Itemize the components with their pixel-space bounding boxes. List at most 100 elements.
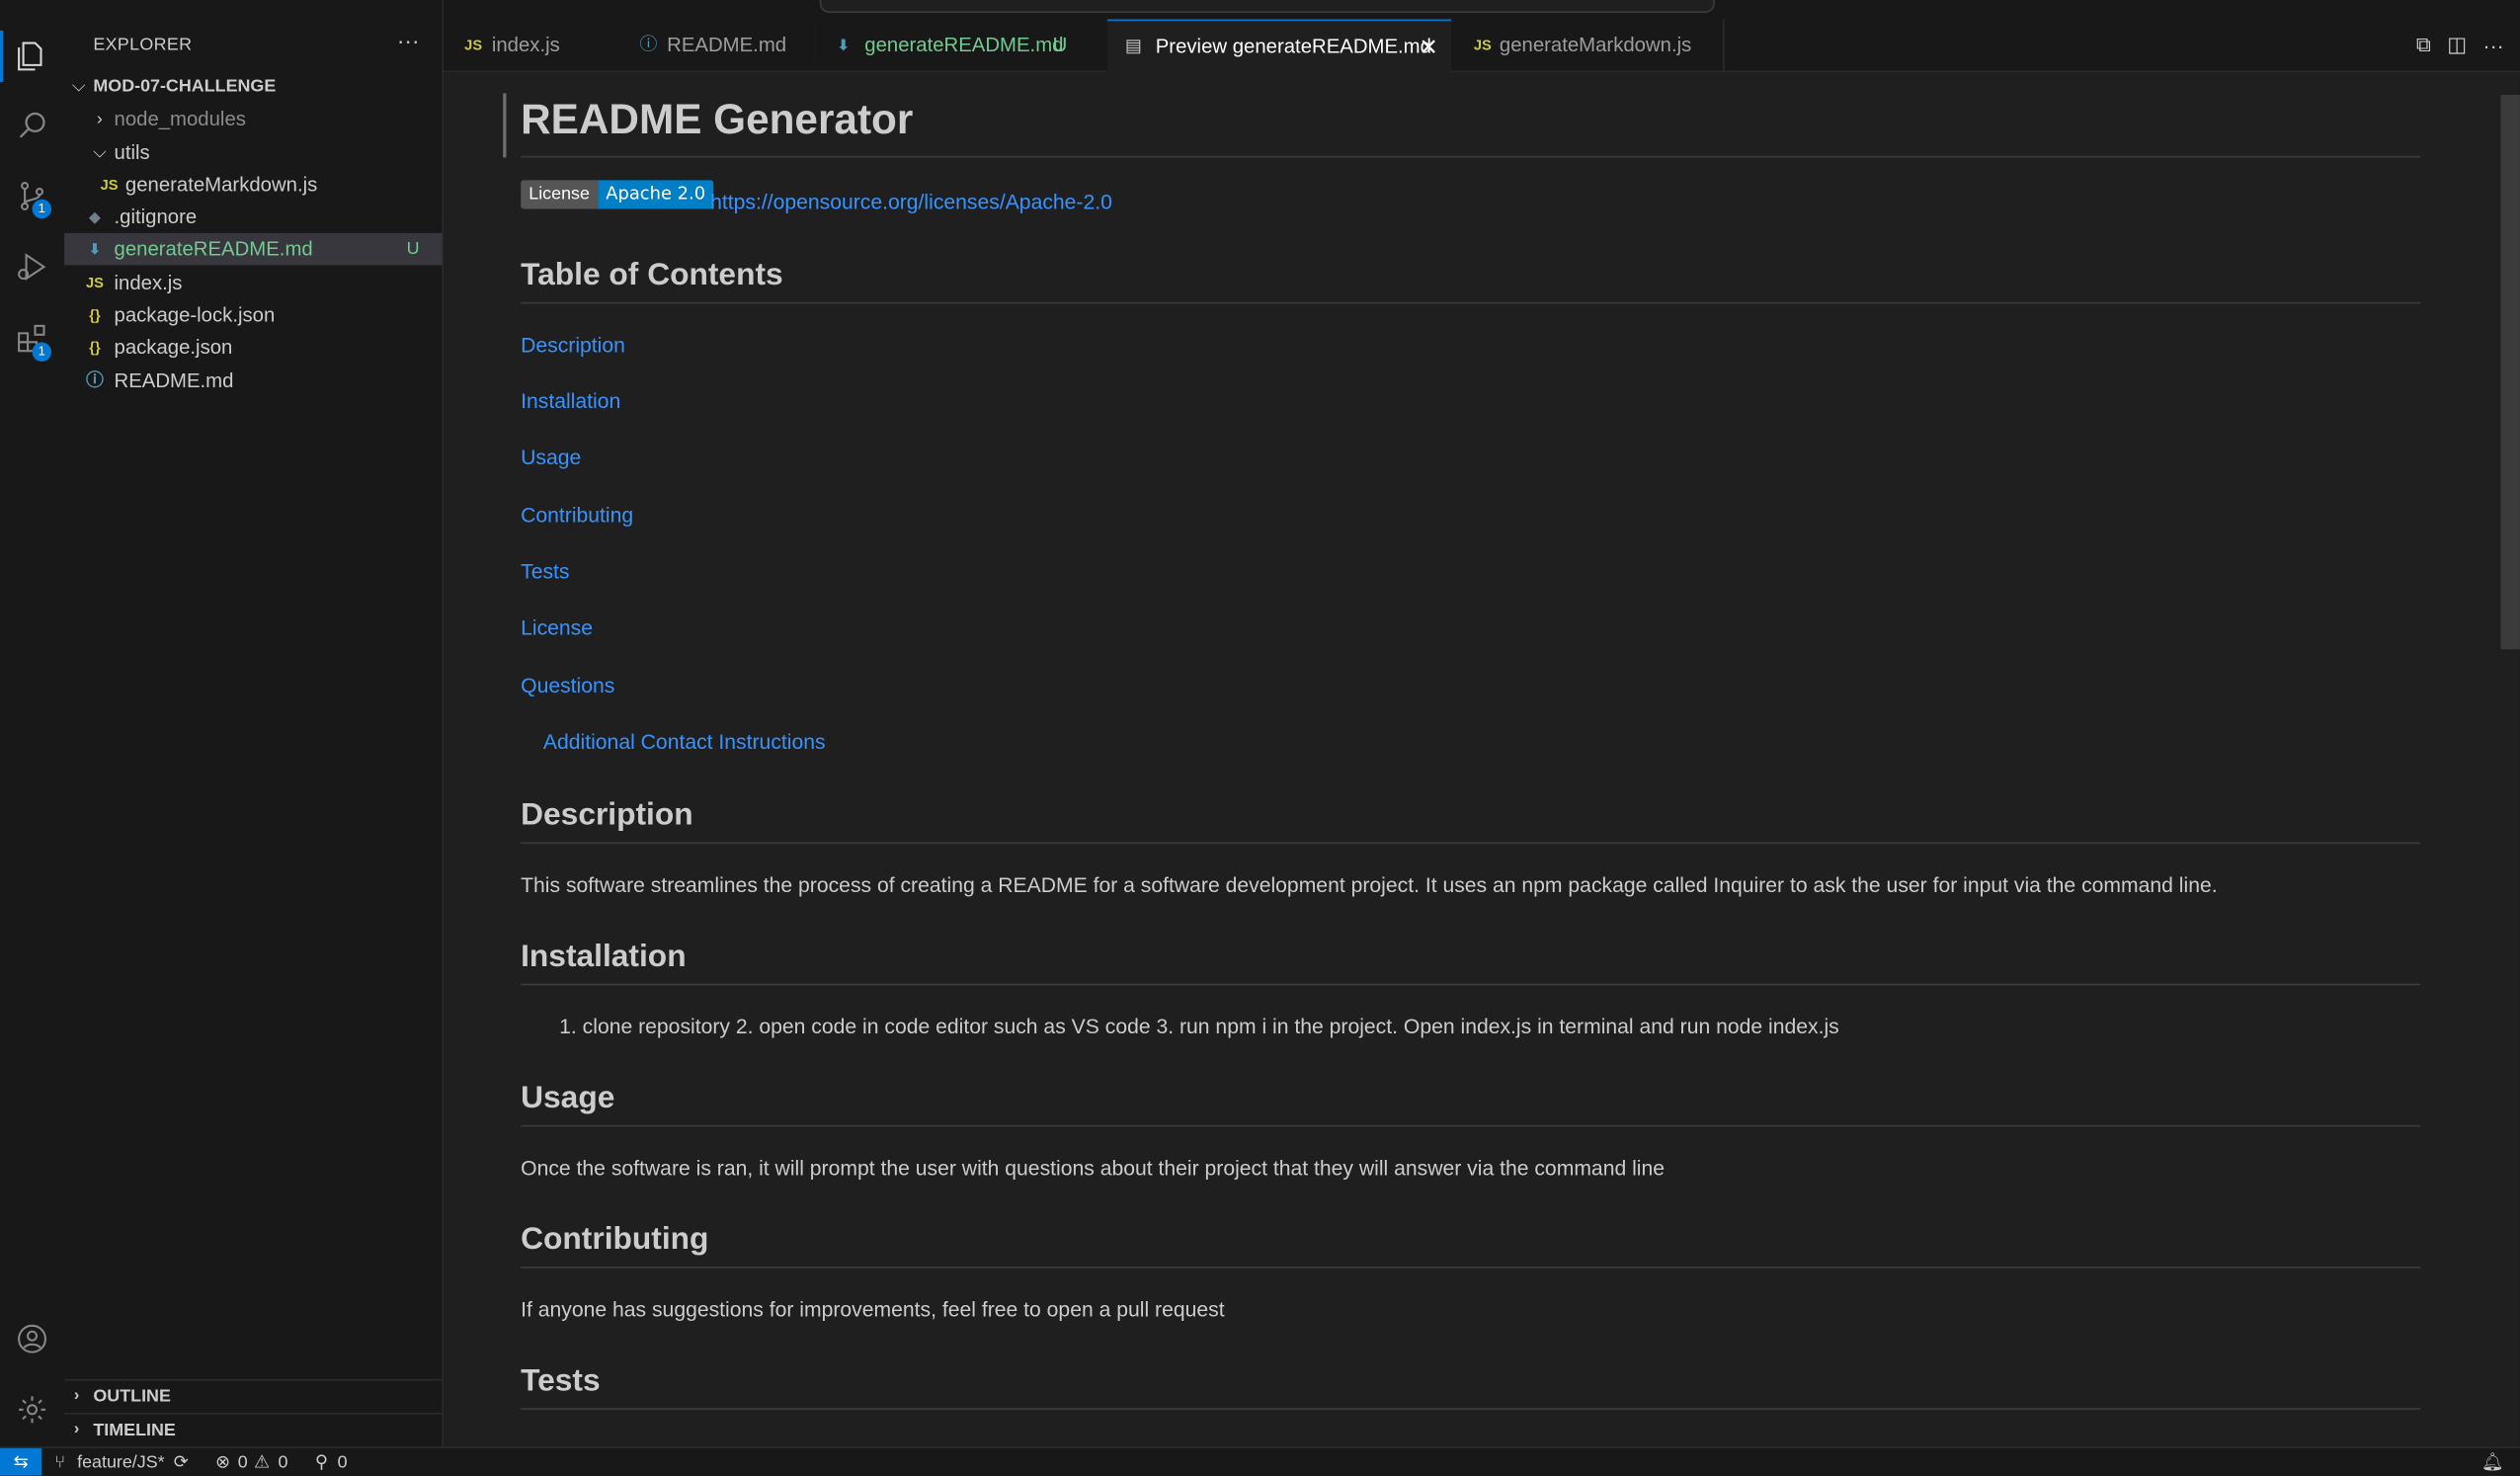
tree-item-label: package.json (114, 336, 233, 359)
extensions-icon[interactable]: 1 (10, 316, 55, 363)
explorer-icon[interactable] (10, 34, 55, 79)
toc-heading: Table of Contents (521, 257, 783, 293)
js-file-icon: JS (86, 275, 104, 291)
tree-item-gitignore[interactable]: ◆ .gitignore (64, 201, 442, 233)
editor-tabs: JS index.js ⓘ README.md ⬇ generateREADME… (444, 19, 2520, 73)
installation-heading: Installation (521, 939, 687, 974)
toc-link-installation[interactable]: Installation (521, 389, 620, 413)
more-actions-icon[interactable]: ··· (2483, 33, 2504, 56)
toc-link-questions[interactable]: Questions (521, 674, 614, 697)
tab-generatemarkdown[interactable]: JS generateMarkdown.js (1451, 19, 1725, 71)
error-count[interactable]: 0 (238, 1448, 248, 1476)
bell-icon[interactable]: 🔔︎ (2481, 1448, 2504, 1476)
tree-item-label: index.js (114, 271, 183, 294)
branch-icon: ⑂ (54, 1452, 66, 1473)
source-control-badge: 1 (32, 199, 52, 219)
tree-item-utils[interactable]: ⌵ utils (64, 136, 442, 169)
sync-icon[interactable]: ⟳ (174, 1448, 189, 1476)
explorer-sidebar: EXPLORER ··· ⌵ MOD-07-CHALLENGE › node_m… (64, 0, 445, 1447)
tab-preview-generatereadme[interactable]: ▤ Preview generateREADME.md ✕ (1106, 19, 1453, 73)
folder-root[interactable]: ⌵ MOD-07-CHALLENGE (64, 71, 442, 104)
tab-label: Preview generateREADME.md (1155, 35, 1431, 58)
run-debug-icon[interactable] (10, 244, 55, 289)
preview-title: README Generator (521, 94, 914, 143)
search-icon[interactable] (10, 103, 55, 148)
branch-name[interactable]: feature/JS* (77, 1448, 165, 1476)
markdown-preview: README Generator License Apache 2.0 http… (444, 72, 2520, 1447)
source-control-icon[interactable]: 1 (10, 174, 55, 219)
command-center-search[interactable] (819, 0, 1715, 14)
activity-bar: 1 1 (0, 0, 66, 1447)
contributing-text: If anyone has suggestions for improvemen… (521, 1296, 1225, 1322)
installation-text: 1. clone repository 2. open code in code… (559, 1014, 1839, 1038)
chevron-down-icon: ⌵ (71, 77, 86, 97)
tree-item-readme[interactable]: ⓘ README.md (64, 365, 442, 397)
close-icon[interactable]: ✕ (1420, 21, 1438, 72)
tree-item-index-js[interactable]: JS index.js (64, 267, 442, 299)
usage-text: Once the software is ran, it will prompt… (521, 1155, 1666, 1181)
editor-actions: ⧉ ◫ ··· (2416, 20, 2504, 71)
tree-item-label: .gitignore (114, 205, 198, 229)
git-file-icon: ◆ (89, 208, 101, 225)
untracked-badge: U (1052, 34, 1068, 56)
tree-item-package-lock[interactable]: {} package-lock.json (64, 299, 442, 332)
json-file-icon: {} (89, 306, 101, 324)
ports-icon: ⚲ (314, 1452, 328, 1473)
tab-readme[interactable]: ⓘ README.md (619, 19, 817, 71)
timeline-label: TIMELINE (93, 1421, 176, 1440)
timeline-section[interactable]: › TIMELINE (64, 1413, 443, 1446)
tree-item-label: utils (114, 141, 150, 164)
tree-item-label: generateMarkdown.js (124, 173, 318, 197)
accounts-icon[interactable] (10, 1316, 55, 1361)
split-editor-icon[interactable]: ◫ (2447, 33, 2467, 58)
divider (521, 983, 2421, 986)
info-file-icon: ⓘ (639, 35, 658, 55)
tab-generatereadme[interactable]: ⬇ generateREADME.md U (814, 19, 1109, 71)
license-badge: License Apache 2.0 (521, 180, 714, 209)
active-indicator (0, 30, 4, 82)
markdown-file-icon: ⬇ (88, 241, 102, 258)
divider (521, 842, 2421, 845)
js-file-icon: JS (1473, 37, 1492, 53)
toc-link-usage[interactable]: Usage (521, 446, 581, 469)
toc-link-license[interactable]: License (521, 615, 593, 639)
tree-item-label: package-lock.json (114, 303, 276, 327)
tab-label: generateREADME.md (864, 34, 1064, 56)
js-file-icon: JS (464, 37, 483, 53)
more-actions-icon[interactable]: ··· (397, 28, 420, 53)
tree-item-node-modules[interactable]: › node_modules (64, 103, 442, 135)
toc-link-tests[interactable]: Tests (521, 559, 569, 583)
tree-item-generatereadme[interactable]: ⬇ generateREADME.md U (64, 232, 443, 266)
badge-value: Apache 2.0 (598, 180, 714, 209)
toc-link-description[interactable]: Description (521, 333, 625, 357)
outline-section[interactable]: › OUTLINE (64, 1378, 443, 1413)
heading-marker (503, 93, 507, 158)
tab-label: README.md (667, 34, 787, 56)
tab-label: generateMarkdown.js (1499, 34, 1692, 56)
tree-item-generatemarkdown[interactable]: JS generateMarkdown.js (64, 169, 442, 202)
open-source-icon[interactable]: ⧉ (2416, 33, 2431, 58)
markdown-file-icon: ⬇ (837, 37, 850, 53)
remote-icon[interactable]: ⇆ (0, 1447, 42, 1476)
ports-count[interactable]: 0 (338, 1448, 348, 1476)
folder-root-label: MOD-07-CHALLENGE (93, 77, 277, 97)
description-text: This software streamlines the process of… (521, 872, 2218, 897)
sidebar-title: EXPLORER (93, 35, 193, 55)
chevron-right-icon: › (73, 1421, 80, 1439)
tests-heading: Tests (521, 1362, 601, 1399)
tree-item-package-json[interactable]: {} package.json (64, 331, 442, 364)
divider (521, 1408, 2421, 1410)
divider (521, 155, 2421, 158)
tab-index-js[interactable]: JS index.js (444, 19, 622, 71)
chevron-down-icon: ⌵ (93, 142, 107, 163)
divider (521, 1266, 2421, 1269)
warning-count[interactable]: 0 (278, 1448, 287, 1476)
settings-gear-icon[interactable] (10, 1387, 55, 1433)
toc-link-additional-contact[interactable]: Additional Contact Instructions (543, 730, 826, 754)
divider (521, 1124, 2421, 1127)
toc-link-contributing[interactable]: Contributing (521, 503, 633, 527)
scrollbar[interactable] (2500, 94, 2520, 650)
license-link[interactable]: https://opensource.org/licenses/Apache-2… (710, 190, 1112, 213)
usage-heading: Usage (521, 1080, 615, 1116)
chevron-right-icon: › (73, 1387, 80, 1405)
